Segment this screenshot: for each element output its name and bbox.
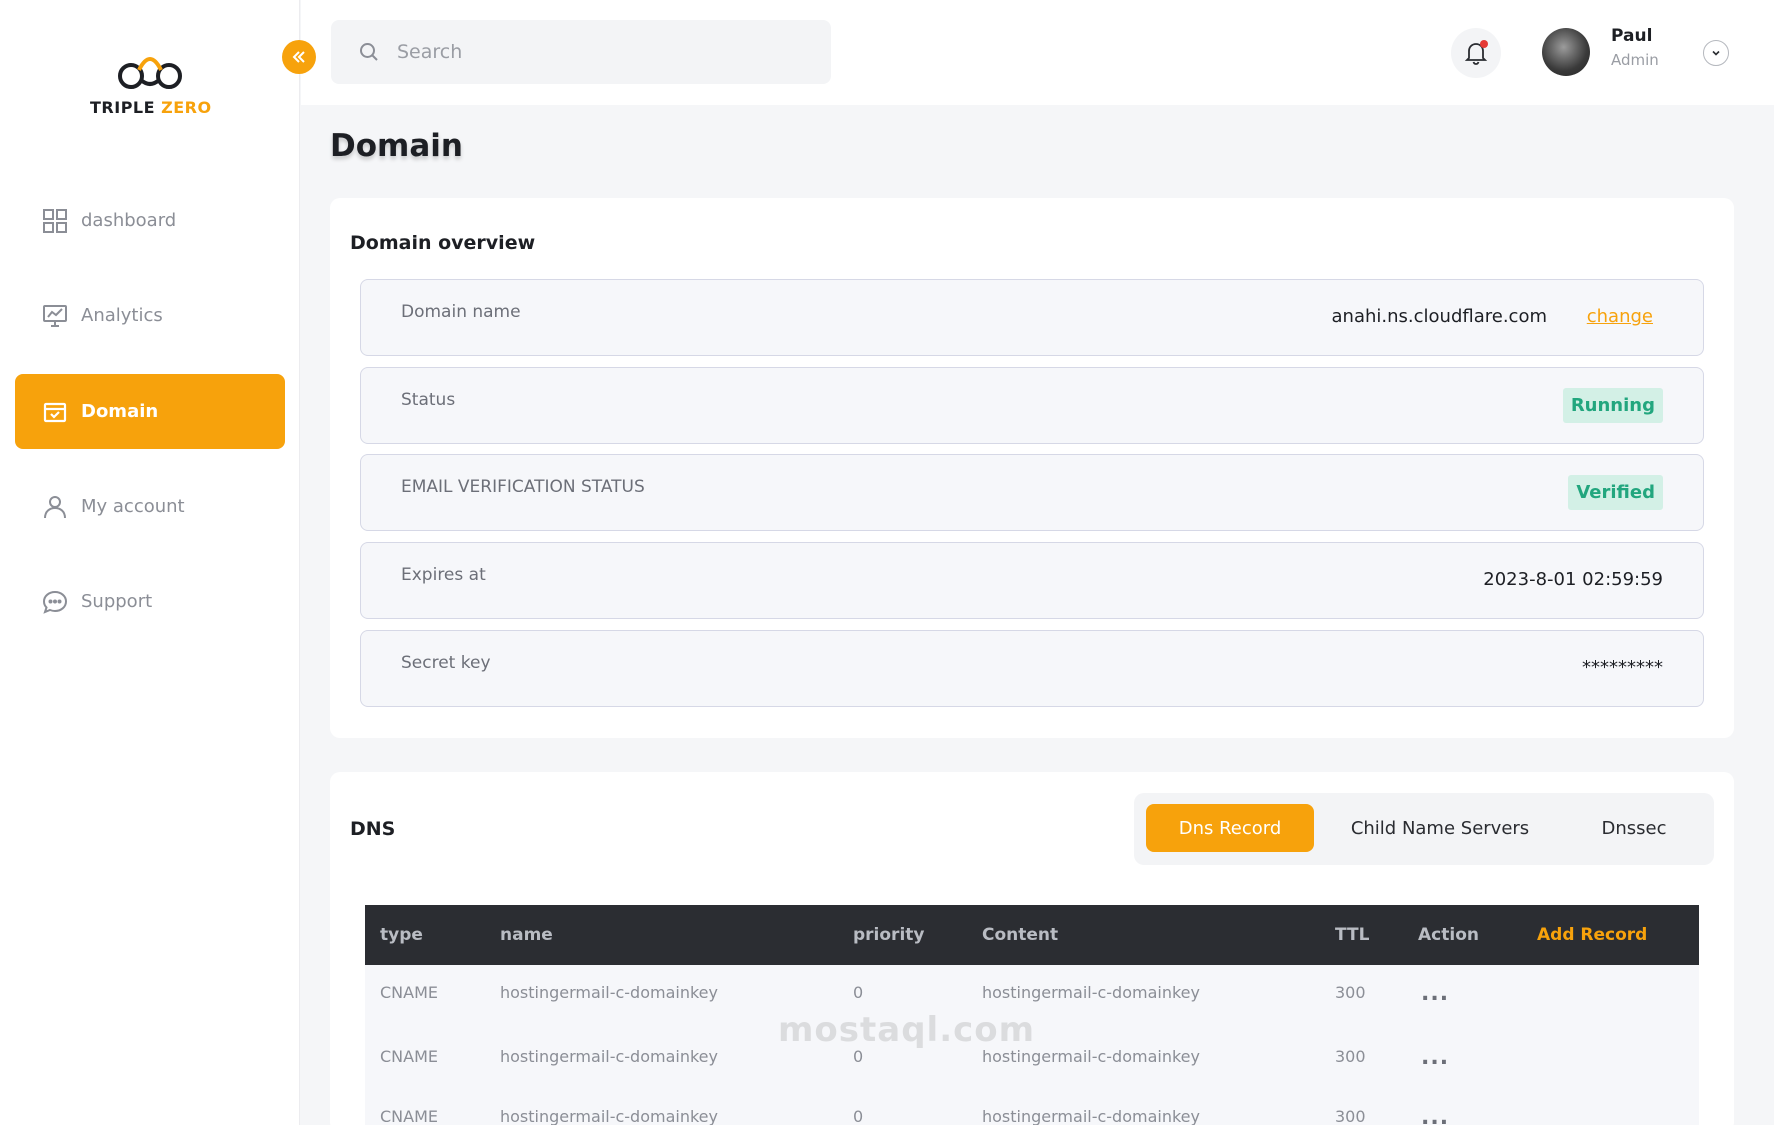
row-label: Expires at: [401, 565, 486, 585]
double-chevron-left-icon: [292, 51, 305, 63]
user-icon: [41, 493, 69, 521]
cell-ttl: 300: [1335, 1107, 1366, 1125]
dns-card: DNS Dns Record Child Name Servers Dnssec…: [330, 772, 1734, 1125]
topbar: Paul Admin: [301, 0, 1774, 105]
dns-title: DNS: [350, 818, 396, 840]
cell-type: CNAME: [380, 983, 438, 1002]
search-input[interactable]: [397, 41, 797, 63]
dns-tabs: Dns Record Child Name Servers Dnssec: [1134, 793, 1714, 865]
row-label: Secret key: [401, 653, 491, 673]
status-badge: Running: [1562, 388, 1663, 423]
dns-table-header: type name priority Content TTL Action Ad…: [365, 905, 1699, 965]
verification-badge: Verified: [1568, 475, 1663, 510]
user-name: Paul: [1611, 26, 1653, 46]
email-verification-row: EMAIL VERIFICATION STATUS Verified: [360, 454, 1704, 531]
watermark: mostaql.com: [778, 1010, 1036, 1050]
row-actions-button[interactable]: ...: [1421, 1105, 1449, 1125]
brand-logo[interactable]: TRIPLE ZERO: [90, 50, 212, 117]
calendar-check-icon: [41, 398, 69, 426]
column-header-type: type: [380, 925, 423, 945]
column-header-ttl: TTL: [1335, 925, 1370, 945]
chevron-down-icon: [1712, 50, 1720, 56]
column-header-content: Content: [982, 925, 1059, 945]
table-row: CNAME hostingermail-c-domainkey 0 hostin…: [365, 1089, 1699, 1125]
collapse-sidebar-button[interactable]: [282, 40, 316, 74]
status-row: Status Running: [360, 367, 1704, 444]
sidebar-item-my-account[interactable]: My account: [15, 469, 285, 544]
cell-name: hostingermail-c-domainkey: [500, 983, 718, 1002]
sidebar-item-label: My account: [81, 496, 185, 517]
logo-accent: ZERO: [161, 98, 212, 117]
cell-ttl: 300: [1335, 1047, 1366, 1066]
sidebar-item-label: Support: [81, 591, 153, 612]
sidebar-item-dashboard[interactable]: dashboard: [15, 183, 285, 258]
user-menu-button[interactable]: [1703, 40, 1729, 66]
column-header-name: name: [500, 925, 553, 945]
tab-dnssec[interactable]: Dnssec: [1564, 804, 1704, 852]
overview-title: Domain overview: [350, 232, 536, 254]
secret-key-value: *********: [1582, 657, 1663, 678]
avatar[interactable]: [1542, 28, 1590, 76]
sidebar-item-analytics[interactable]: Analytics: [15, 278, 285, 353]
search-box[interactable]: [331, 20, 831, 84]
logo-icon: [118, 57, 182, 89]
sidebar: TRIPLE ZERO dashboard Analytics Domain M…: [0, 0, 300, 1125]
cell-priority: 0: [853, 983, 864, 1002]
sidebar-item-label: Domain: [81, 401, 159, 422]
row-label: Status: [401, 390, 456, 410]
cell-content: hostingermail-c-domainkey: [982, 1107, 1200, 1125]
search-icon: [360, 43, 378, 61]
sidebar-item-label: Analytics: [81, 305, 163, 326]
expires-value: 2023-8-01 02:59:59: [1483, 569, 1663, 590]
secret-key-row: Secret key *********: [360, 630, 1704, 707]
monitor-chart-icon: [41, 302, 69, 330]
cell-name: hostingermail-c-domainkey: [500, 1107, 718, 1125]
user-role: Admin: [1611, 51, 1659, 69]
row-label: EMAIL VERIFICATION STATUS: [401, 477, 645, 497]
domain-name-row: Domain name anahi.ns.cloudflare.com chan…: [360, 279, 1704, 356]
tab-child-name-servers[interactable]: Child Name Servers: [1330, 804, 1550, 852]
cell-ttl: 300: [1335, 983, 1366, 1002]
domain-name-value: anahi.ns.cloudflare.com: [1331, 306, 1547, 327]
cell-type: CNAME: [380, 1107, 438, 1125]
cell-content: hostingermail-c-domainkey: [982, 983, 1200, 1002]
expires-row: Expires at 2023-8-01 02:59:59: [360, 542, 1704, 619]
notifications-button[interactable]: [1451, 28, 1501, 78]
tab-dns-record[interactable]: Dns Record: [1146, 804, 1314, 852]
page-title: Domain: [330, 128, 463, 164]
chat-icon: [41, 588, 69, 616]
sidebar-item-support[interactable]: Support: [15, 564, 285, 639]
cell-name: hostingermail-c-domainkey: [500, 1047, 718, 1066]
cell-type: CNAME: [380, 1047, 438, 1066]
domain-overview-card: Domain overview Domain name anahi.ns.clo…: [330, 198, 1734, 738]
column-header-action: Action: [1418, 925, 1479, 945]
logo-word: TRIPLE: [90, 98, 156, 117]
logo-text: TRIPLE ZERO: [90, 98, 212, 117]
cell-priority: 0: [853, 1107, 864, 1125]
sidebar-item-domain[interactable]: Domain: [15, 374, 285, 449]
column-header-priority: priority: [853, 925, 925, 945]
change-domain-link[interactable]: change: [1587, 306, 1653, 327]
add-record-button[interactable]: Add Record: [1537, 925, 1647, 945]
grid-icon: [41, 207, 69, 235]
notification-dot: [1480, 40, 1488, 48]
row-actions-button[interactable]: ...: [1421, 1045, 1449, 1070]
row-actions-button[interactable]: ...: [1421, 981, 1449, 1006]
row-label: Domain name: [401, 302, 521, 322]
sidebar-item-label: dashboard: [81, 210, 177, 231]
